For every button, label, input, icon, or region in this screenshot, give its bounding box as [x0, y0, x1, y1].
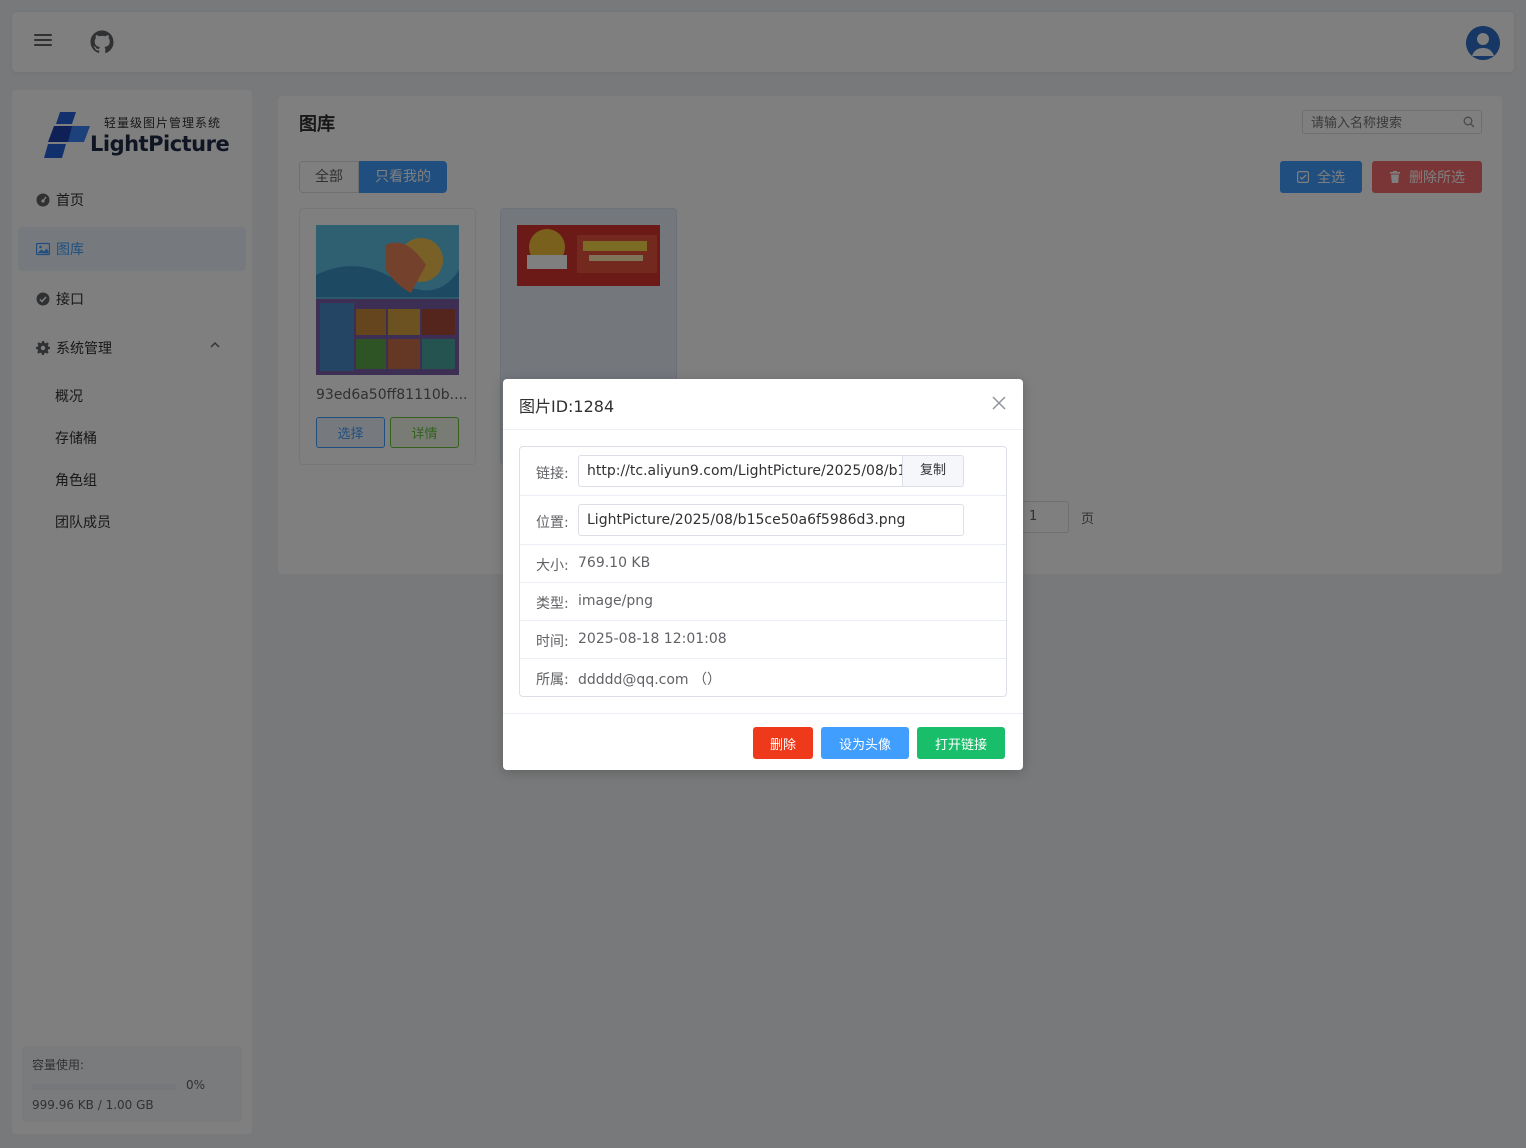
dialog-footer: 删除 设为头像 打开链接: [503, 713, 1023, 770]
image-info-table: 链接: http://tc.aliyun9.com/LightPicture/2…: [519, 446, 1007, 697]
type-value: image/png: [578, 593, 653, 609]
set-avatar-button[interactable]: 设为头像: [821, 727, 909, 759]
info-row-time: 时间: 2025-08-18 12:01:08: [520, 621, 1006, 659]
copy-button[interactable]: 复制: [902, 456, 963, 486]
info-row-path: 位置: LightPicture/2025/08/b15ce50a6f5986d…: [520, 496, 1006, 545]
info-row-size: 大小: 769.10 KB: [520, 545, 1006, 583]
size-label: 大小:: [536, 558, 569, 574]
link-field[interactable]: http://tc.aliyun9.com/LightPicture/2025/…: [578, 455, 964, 487]
image-detail-dialog: 图片ID:1284 链接: http://tc.aliyun9.com/Ligh…: [503, 379, 1023, 770]
path-label: 位置:: [536, 515, 569, 531]
path-field[interactable]: LightPicture/2025/08/b15ce50a6f5986d3.pn…: [578, 504, 964, 536]
path-value[interactable]: LightPicture/2025/08/b15ce50a6f5986d3.pn…: [579, 505, 963, 535]
type-label: 类型:: [536, 596, 569, 612]
delete-button[interactable]: 删除: [753, 727, 813, 759]
link-label: 链接:: [536, 466, 569, 482]
open-link-button[interactable]: 打开链接: [917, 727, 1005, 759]
dialog-title: 图片ID:1284: [519, 397, 615, 416]
close-icon[interactable]: [991, 395, 1007, 411]
size-value: 769.10 KB: [578, 555, 651, 571]
info-row-link: 链接: http://tc.aliyun9.com/LightPicture/2…: [520, 447, 1006, 496]
dialog-header: 图片ID:1284: [503, 379, 1023, 430]
link-value[interactable]: http://tc.aliyun9.com/LightPicture/2025/…: [579, 456, 902, 486]
time-value: 2025-08-18 12:01:08: [578, 631, 727, 647]
owner-value: ddddd@qq.com （）: [578, 672, 722, 688]
info-row-type: 类型: image/png: [520, 583, 1006, 621]
time-label: 时间:: [536, 634, 569, 650]
owner-label: 所属:: [536, 672, 569, 688]
info-row-owner: 所属: ddddd@qq.com （）: [520, 659, 1006, 696]
